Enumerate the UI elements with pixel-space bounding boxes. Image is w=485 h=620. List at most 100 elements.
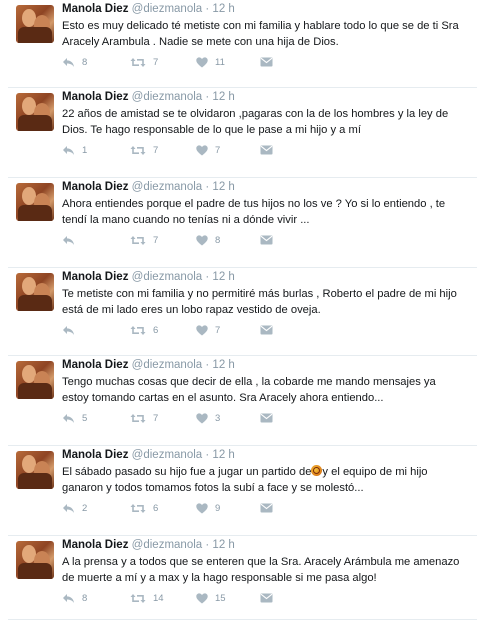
tweet-header: Manola Diez @diezmanola · 12 h bbox=[62, 358, 475, 373]
reply-icon bbox=[62, 145, 75, 156]
author-name[interactable]: Manola Diez bbox=[62, 359, 128, 371]
retweet-button[interactable]: 7 bbox=[130, 145, 158, 156]
like-button[interactable]: 7 bbox=[196, 145, 220, 156]
tweet-time[interactable]: 12 h bbox=[212, 271, 234, 283]
retweet-icon bbox=[130, 57, 146, 68]
tweet-header: Manola Diez @diezmanola · 12 h bbox=[62, 180, 475, 195]
direct-message-button[interactable] bbox=[260, 235, 273, 245]
avatar[interactable] bbox=[16, 93, 54, 131]
author-handle[interactable]: @diezmanola bbox=[132, 271, 203, 283]
separator-dot: · bbox=[205, 3, 210, 15]
author-handle[interactable]: @diezmanola bbox=[132, 91, 203, 103]
tweet-content: Manola Diez @diezmanola · 12 h A la pren… bbox=[62, 538, 475, 586]
avatar[interactable] bbox=[16, 541, 54, 579]
tweet-content: Manola Diez @diezmanola · 12 h El sábado… bbox=[62, 448, 475, 496]
separator-dot: · bbox=[205, 271, 210, 283]
avatar[interactable] bbox=[16, 451, 54, 489]
tweet-time[interactable]: 12 h bbox=[212, 181, 234, 193]
heart-icon bbox=[196, 235, 208, 246]
like-count: 9 bbox=[215, 503, 221, 514]
envelope-icon bbox=[260, 57, 273, 67]
tweet-text-line: El sábado pasado su hijo fue a jugar un … bbox=[62, 465, 475, 481]
tweet-text-line: estoy tomando cartas en el asunto. Sra A… bbox=[62, 391, 384, 404]
like-button[interactable]: 15 bbox=[196, 593, 226, 604]
retweet-count: 6 bbox=[153, 325, 159, 336]
tweet-content: Manola Diez @diezmanola · 12 h Tengo muc… bbox=[62, 358, 475, 406]
reply-count: 8 bbox=[82, 57, 88, 68]
author-handle[interactable]: @diezmanola bbox=[132, 181, 203, 193]
reply-button[interactable]: 2 bbox=[62, 503, 87, 514]
tweet[interactable]: Manola Diez @diezmanola · 12 h Ahora ent… bbox=[0, 178, 485, 268]
envelope-icon bbox=[260, 325, 273, 335]
retweet-button[interactable]: 7 bbox=[130, 413, 158, 424]
reply-button[interactable]: 8 bbox=[62, 57, 87, 68]
direct-message-button[interactable] bbox=[260, 325, 273, 335]
tweet-time[interactable]: 12 h bbox=[212, 3, 234, 15]
retweet-icon bbox=[130, 413, 146, 424]
tweet-time[interactable]: 12 h bbox=[212, 539, 234, 551]
avatar[interactable] bbox=[16, 273, 54, 311]
tweet-text-line: de muerte a mí y a max y la hago respons… bbox=[62, 571, 377, 584]
author-handle[interactable]: @diezmanola bbox=[132, 539, 203, 551]
author-name[interactable]: Manola Diez bbox=[62, 271, 128, 283]
author-handle[interactable]: @diezmanola bbox=[132, 359, 203, 371]
direct-message-button[interactable] bbox=[260, 145, 273, 155]
tweet[interactable]: Manola Diez @diezmanola · 12 h Te metist… bbox=[0, 268, 485, 356]
reply-button[interactable]: 1 bbox=[62, 145, 87, 156]
retweet-button[interactable]: 14 bbox=[130, 593, 164, 604]
author-name[interactable]: Manola Diez bbox=[62, 3, 128, 15]
tweet-time[interactable]: 12 h bbox=[212, 359, 234, 371]
tweet[interactable]: Manola Diez @diezmanola · 12 h Esto es m… bbox=[0, 0, 485, 88]
author-name[interactable]: Manola Diez bbox=[62, 449, 128, 461]
reply-icon bbox=[62, 593, 75, 604]
like-button[interactable]: 3 bbox=[196, 413, 220, 424]
retweet-button[interactable]: 7 bbox=[130, 235, 158, 246]
direct-message-button[interactable] bbox=[260, 593, 273, 603]
direct-message-button[interactable] bbox=[260, 503, 273, 513]
tweet-header: Manola Diez @diezmanola · 12 h bbox=[62, 538, 475, 553]
like-button[interactable]: 7 bbox=[196, 325, 220, 336]
reply-button[interactable]: 8 bbox=[62, 593, 87, 604]
tweet-text-line: Aracely Arambula . Nadie se mete con una… bbox=[62, 35, 339, 48]
retweet-button[interactable]: 6 bbox=[130, 503, 158, 514]
tweet-text: Te metiste con mi familia y no permitiré… bbox=[62, 287, 475, 318]
tweet-time[interactable]: 12 h bbox=[212, 449, 234, 461]
tweet-text: Ahora entiendes porque el padre de tus h… bbox=[62, 197, 475, 228]
direct-message-button[interactable] bbox=[260, 413, 273, 423]
retweet-icon bbox=[130, 503, 146, 514]
like-count: 8 bbox=[215, 235, 221, 246]
direct-message-button[interactable] bbox=[260, 57, 273, 67]
tweet-time[interactable]: 12 h bbox=[212, 91, 234, 103]
tweet[interactable]: Manola Diez @diezmanola · 12 h El sábado… bbox=[0, 446, 485, 536]
tweet-content: Manola Diez @diezmanola · 12 h 22 años d… bbox=[62, 90, 475, 138]
heart-icon bbox=[196, 593, 208, 604]
avatar[interactable] bbox=[16, 183, 54, 221]
like-button[interactable]: 11 bbox=[196, 57, 225, 68]
retweet-count: 7 bbox=[153, 235, 159, 246]
separator-dot: · bbox=[205, 539, 210, 551]
envelope-icon bbox=[260, 413, 273, 423]
heart-icon bbox=[196, 145, 208, 156]
author-handle[interactable]: @diezmanola bbox=[132, 449, 203, 461]
retweet-button[interactable]: 6 bbox=[130, 325, 158, 336]
retweet-icon bbox=[130, 145, 146, 156]
author-handle[interactable]: @diezmanola bbox=[132, 3, 203, 15]
reply-button[interactable] bbox=[62, 235, 82, 246]
avatar[interactable] bbox=[16, 5, 54, 43]
author-name[interactable]: Manola Diez bbox=[62, 539, 128, 551]
tweet[interactable]: Manola Diez @diezmanola · 12 h Tengo muc… bbox=[0, 356, 485, 446]
tweet-content: Manola Diez @diezmanola · 12 h Ahora ent… bbox=[62, 180, 475, 228]
author-name[interactable]: Manola Diez bbox=[62, 181, 128, 193]
retweet-button[interactable]: 7 bbox=[130, 57, 158, 68]
author-name[interactable]: Manola Diez bbox=[62, 91, 128, 103]
retweet-icon bbox=[130, 325, 146, 336]
tweet[interactable]: Manola Diez @diezmanola · 12 h 22 años d… bbox=[0, 88, 485, 178]
tweet[interactable]: Manola Diez @diezmanola · 12 h A la pren… bbox=[0, 536, 485, 620]
reply-button[interactable] bbox=[62, 325, 82, 336]
reply-button[interactable]: 5 bbox=[62, 413, 87, 424]
like-button[interactable]: 8 bbox=[196, 235, 220, 246]
reply-icon bbox=[62, 57, 75, 68]
tweet-text-line: Tengo muchas cosas que decir de ella , l… bbox=[62, 376, 436, 388]
avatar[interactable] bbox=[16, 361, 54, 399]
like-button[interactable]: 9 bbox=[196, 503, 220, 514]
